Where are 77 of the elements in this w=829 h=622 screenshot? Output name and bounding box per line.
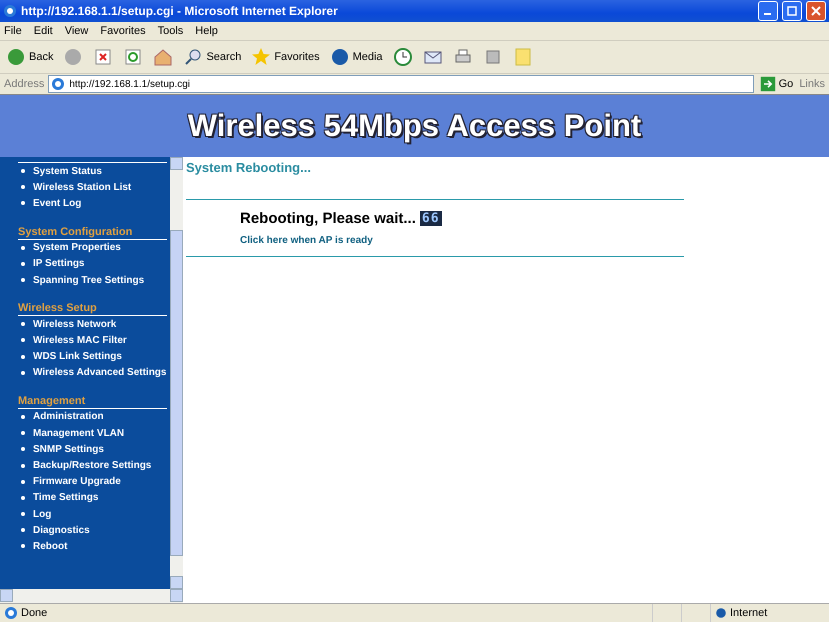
nav-link[interactable]: Wireless Advanced Settings [33, 367, 166, 378]
address-field[interactable]: http://192.168.1.1/setup.cgi [48, 75, 754, 93]
nav-link[interactable]: IP Settings [33, 258, 84, 270]
bullet-icon [21, 464, 25, 468]
nav-link[interactable]: Wireless MAC Filter [33, 334, 127, 346]
bullet-icon [21, 447, 25, 452]
status-text: Done [21, 607, 48, 619]
banner-title: Wireless 54Mbps Access Point [188, 108, 642, 144]
note-icon [512, 47, 533, 67]
bullet-icon [21, 322, 25, 326]
nav-link[interactable]: Management VLAN [33, 428, 124, 439]
menu-item[interactable]: View [64, 25, 88, 37]
toolbar-button[interactable]: Favorites [249, 45, 322, 69]
menu-item[interactable]: Favorites [100, 25, 146, 37]
window-title: http://192.168.1.1/setup.cgi - Microsoft Internet Explorer [21, 4, 339, 18]
section-heading: Management [18, 394, 167, 409]
bullet-icon [21, 246, 25, 250]
reboot-message: Rebooting, Please wait... [240, 210, 416, 227]
bullet-icon [21, 414, 25, 419]
bullet-icon [21, 169, 25, 174]
bullet-icon [21, 431, 25, 436]
section-heading: System Configuration [18, 226, 167, 240]
maximize-icon [787, 6, 797, 16]
nav-link[interactable]: Firmware Upgrade [33, 476, 121, 488]
nav-link[interactable]: Log [33, 508, 52, 520]
section-heading: Wireless Setup [18, 302, 167, 316]
nav-link[interactable]: SNMP Settings [33, 444, 104, 455]
maximize-button[interactable] [782, 1, 802, 21]
refresh-icon [123, 47, 144, 67]
nav-link[interactable]: Event Log [33, 198, 82, 209]
home-icon [153, 47, 174, 67]
nav-link[interactable]: Administration [33, 411, 104, 422]
nav-link[interactable]: Wireless Network [33, 318, 116, 330]
nav-link[interactable]: System Status [33, 166, 102, 177]
nav-link[interactable]: WDS Link Settings [33, 351, 122, 362]
bullet-icon [21, 496, 25, 500]
toolbar-button[interactable]: Media [328, 45, 385, 69]
page-title: System Rebooting... [186, 160, 312, 175]
zone-text: Internet [730, 607, 768, 619]
bullet-icon [21, 262, 25, 266]
minimize-button[interactable] [758, 1, 778, 21]
menu-item[interactable]: Tools [158, 25, 184, 37]
nav-link[interactable]: Spanning Tree Settings [33, 274, 144, 286]
bullet-icon [21, 512, 25, 516]
address-label: Address [4, 78, 44, 90]
nav-link[interactable]: Wireless Station List [33, 182, 132, 193]
bullet-icon [21, 278, 25, 282]
bullet-icon [21, 201, 25, 206]
bullet-icon [21, 338, 25, 342]
bullet-icon [21, 480, 25, 484]
go-button[interactable]: Go [758, 74, 796, 94]
nav-link[interactable]: System Properties [33, 242, 121, 254]
countdown-display: 66 [420, 211, 442, 226]
nav-link[interactable]: Time Settings [33, 492, 98, 504]
vertical-scrollbar[interactable] [170, 157, 183, 589]
horizontal-scrollbar[interactable] [0, 589, 183, 603]
menu-item[interactable]: Edit [34, 25, 53, 37]
bullet-icon [21, 528, 25, 532]
search-icon [183, 47, 204, 67]
bullet-icon [21, 354, 25, 359]
toolbar-button[interactable]: Back [4, 45, 56, 69]
bullet-icon [21, 370, 25, 375]
star-icon [251, 47, 272, 67]
menu-item[interactable]: Help [195, 25, 218, 37]
nav-link[interactable]: Backup/Restore Settings [33, 460, 152, 472]
close-button[interactable] [806, 1, 826, 21]
ready-link[interactable]: Click here when AP is ready [240, 235, 373, 246]
toolbar-button[interactable]: Search [181, 45, 244, 69]
close-icon [811, 6, 821, 16]
menu-item[interactable]: File [4, 25, 22, 37]
bullet-icon [21, 185, 25, 190]
links-label[interactable]: Links [799, 78, 825, 90]
nav-link[interactable]: Diagnostics [33, 524, 90, 536]
stop-icon [93, 47, 114, 67]
bullet-icon [21, 544, 25, 548]
clock-icon [392, 47, 413, 67]
nav-link[interactable]: Reboot [33, 540, 68, 552]
